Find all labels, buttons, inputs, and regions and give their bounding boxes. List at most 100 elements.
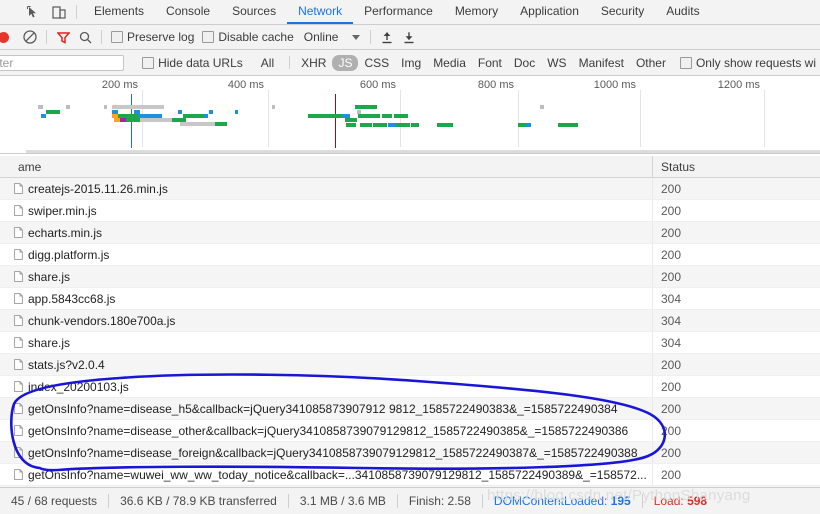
table-row[interactable]: getOnsInfo?name=wuwei_ww_ww_today_notice…	[0, 464, 820, 486]
request-name: app.5843cc68.js	[28, 291, 116, 306]
cell-name[interactable]: chunk-vendors.180e700a.js	[0, 314, 652, 328]
document-icon	[14, 425, 23, 436]
request-name: createjs-2015.11.26.min.js	[28, 181, 168, 196]
document-icon	[14, 381, 23, 392]
timeline-gridline	[640, 90, 641, 147]
tab-elements[interactable]: Elements	[83, 0, 155, 24]
table-row[interactable]: echarts.min.js 200	[0, 222, 820, 244]
cell-status: 200	[652, 266, 820, 287]
chevron-down-icon[interactable]	[352, 34, 361, 40]
throttling-select[interactable]: Online	[304, 30, 361, 44]
document-icon	[14, 403, 23, 414]
cell-name[interactable]: echarts.min.js	[0, 226, 652, 240]
cell-name[interactable]: getOnsInfo?name=wuwei_ww_ww_today_notice…	[0, 468, 652, 482]
timeline-bar	[355, 105, 377, 109]
filter-type-ws[interactable]: WS	[541, 55, 572, 71]
column-header-name[interactable]: ame	[0, 156, 652, 177]
filter-type-js[interactable]: JS	[332, 54, 359, 71]
table-row[interactable]: stats.js?v2.0.4 200	[0, 354, 820, 376]
cell-name[interactable]: share.js	[0, 270, 652, 284]
export-har-icon[interactable]	[398, 27, 420, 47]
summary-resources: 3.1 MB / 3.6 MB	[299, 494, 386, 508]
document-icon	[14, 447, 23, 458]
timeline-tick-label: 1000 ms	[593, 79, 636, 91]
tab-application[interactable]: Application	[509, 0, 590, 24]
cell-status: 200	[652, 376, 820, 397]
table-row[interactable]: chunk-vendors.180e700a.js 304	[0, 310, 820, 332]
summary-transferred: 36.6 KB / 78.9 KB transferred	[120, 494, 277, 508]
hide-data-urls-box[interactable]	[142, 56, 155, 69]
cell-name[interactable]: app.5843cc68.js	[0, 292, 652, 306]
table-row[interactable]: app.5843cc68.js 304	[0, 288, 820, 310]
cell-name[interactable]: getOnsInfo?name=disease_foreign&callback…	[0, 446, 652, 460]
import-har-icon[interactable]	[376, 27, 398, 47]
document-icon	[14, 227, 23, 238]
only-blocked-label: Only show requests wi	[695, 55, 816, 70]
filter-icon[interactable]	[52, 27, 74, 47]
tab-console[interactable]: Console	[155, 0, 221, 24]
table-row[interactable]: getOnsInfo?name=disease_other&callback=j…	[0, 420, 820, 442]
timeline-ruler: 200 ms 400 ms 600 ms 800 ms 1000 ms 1200 ms	[0, 76, 820, 96]
record-button[interactable]	[0, 31, 9, 43]
disable-cache-box[interactable]	[202, 31, 215, 43]
table-row[interactable]: getOnsInfo?name=disease_h5&callback=jQue…	[0, 398, 820, 420]
inspect-element-icon[interactable]	[20, 0, 46, 24]
table-row[interactable]: createjs-2015.11.26.min.js 200	[0, 178, 820, 200]
requests-table: ame Status createjs-2015.11.26.min.js 200…	[0, 156, 820, 488]
preserve-log-box[interactable]	[111, 31, 123, 43]
overview-scrollbar[interactable]	[26, 150, 820, 153]
timeline-bar	[272, 105, 275, 109]
table-row[interactable]: share.js 200	[0, 266, 820, 288]
timeline-bar	[140, 118, 172, 122]
column-header-status[interactable]: Status	[652, 156, 820, 177]
only-blocked-checkbox[interactable]: Only show requests wi	[679, 55, 816, 70]
timeline-bar	[388, 123, 396, 127]
cell-name[interactable]: swiper.min.js	[0, 204, 652, 218]
cell-name[interactable]: createjs-2015.11.26.min.js	[0, 182, 652, 196]
timeline-bar	[41, 114, 46, 118]
device-toolbar-icon[interactable]	[46, 0, 72, 24]
table-row[interactable]: digg.platform.js 200	[0, 244, 820, 266]
tab-security[interactable]: Security	[590, 0, 655, 24]
filter-type-xhr[interactable]: XHR	[295, 55, 332, 71]
timeline-gridline	[400, 90, 401, 147]
tab-memory[interactable]: Memory	[444, 0, 509, 24]
filter-input[interactable]: ilter	[0, 54, 125, 71]
tab-network[interactable]: Network	[287, 0, 354, 24]
cell-name[interactable]: index_20200103.js	[0, 380, 652, 394]
filter-type-manifest[interactable]: Manifest	[573, 55, 630, 71]
table-row[interactable]: index_20200103.js 200	[0, 376, 820, 398]
disable-cache-checkbox[interactable]: Disable cache	[202, 30, 294, 44]
cell-status: 304	[652, 310, 820, 331]
table-row[interactable]: swiper.min.js 200	[0, 200, 820, 222]
document-icon	[14, 359, 23, 370]
preserve-log-checkbox[interactable]: Preserve log	[111, 30, 194, 44]
table-row[interactable]: getOnsInfo?name=disease_foreign&callback…	[0, 442, 820, 464]
filter-type-img[interactable]: Img	[395, 55, 427, 71]
search-icon[interactable]	[74, 27, 96, 47]
table-row[interactable]: share.js 304	[0, 332, 820, 354]
clear-icon[interactable]	[19, 27, 41, 47]
only-blocked-box[interactable]	[679, 56, 692, 69]
timeline-bar	[345, 118, 357, 122]
cell-name[interactable]: digg.platform.js	[0, 248, 652, 262]
cell-name[interactable]: getOnsInfo?name=disease_other&callback=j…	[0, 424, 652, 438]
tab-sources[interactable]: Sources	[221, 0, 287, 24]
timeline-bar	[209, 110, 213, 114]
cell-name[interactable]: getOnsInfo?name=disease_h5&callback=jQue…	[0, 402, 652, 416]
cell-status: 200	[652, 398, 820, 419]
cell-name[interactable]: share.js	[0, 336, 652, 350]
network-overview-timeline[interactable]: 200 ms 400 ms 600 ms 800 ms 1000 ms 1200 ms	[0, 76, 820, 154]
filter-type-media[interactable]: Media	[427, 55, 472, 71]
timeline-bar	[104, 105, 107, 109]
request-name: swiper.min.js	[28, 203, 97, 218]
filter-type-font[interactable]: Font	[472, 55, 508, 71]
filter-type-css[interactable]: CSS	[358, 55, 395, 71]
cell-name[interactable]: stats.js?v2.0.4	[0, 358, 652, 372]
filter-type-all[interactable]: All	[255, 55, 280, 71]
filter-type-doc[interactable]: Doc	[508, 55, 541, 71]
hide-data-urls-checkbox[interactable]: Hide data URLs	[142, 56, 243, 70]
tab-performance[interactable]: Performance	[353, 0, 444, 24]
tab-audits[interactable]: Audits	[655, 0, 710, 24]
filter-type-other[interactable]: Other	[630, 55, 672, 71]
